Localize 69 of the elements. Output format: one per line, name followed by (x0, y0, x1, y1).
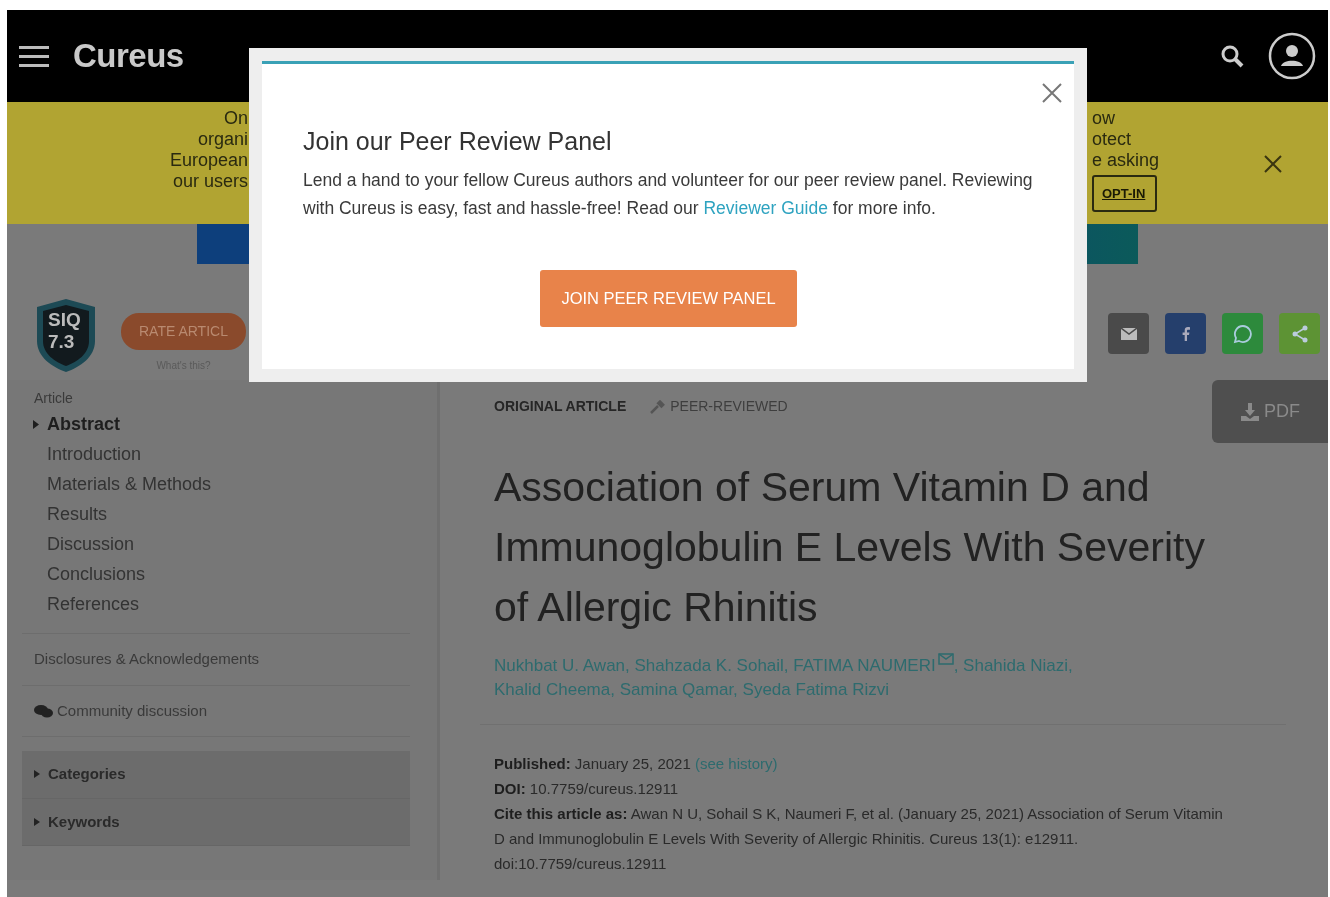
envelope-icon (1120, 327, 1137, 340)
doi-text: DOI: 10.7759/cureus.12911 (494, 779, 679, 799)
modal-text: Lend a hand to your fellow Cureus authors and volunteer for our peer review panel. Reviewing with Cureus is easy, fast and hassle-free! Read our Reviewer Guide for more info. (303, 169, 1034, 220)
sidebar-item[interactable]: Discussion (22, 529, 410, 559)
review-status: PEER-REVIEWED (670, 397, 788, 416)
author-link[interactable]: Samina Qamar (619, 680, 734, 699)
history-link[interactable]: (see history) (694, 755, 778, 772)
facebook-icon (1181, 326, 1190, 341)
collapsible-section[interactable]: Categories (22, 751, 410, 799)
separator: , (610, 680, 615, 699)
share-icon (1290, 324, 1309, 343)
published-date: Published: January 25, 2021 (see history) (494, 754, 779, 774)
section-heading: Article (33, 389, 74, 408)
caret-icon (33, 420, 39, 429)
banner-text: ow (1092, 108, 1116, 129)
modal-title: Join our Peer Review Panel (303, 126, 613, 156)
sidebar-item[interactable]: Introduction (22, 439, 410, 469)
separator: , (783, 656, 789, 675)
facebook-share-button[interactable] (1165, 313, 1206, 354)
close-icon (1042, 82, 1062, 103)
chat-bubble-icon (1232, 323, 1253, 344)
banner-text: European (169, 150, 248, 171)
collapsible-section[interactable]: Keywords (22, 798, 410, 846)
article-title: Association of Serum Vitamin D and Immunoglobulin E Levels With Severity of Allergic Rhinitis (494, 463, 1206, 632)
menu-icon[interactable] (19, 44, 49, 68)
separator: , (733, 680, 738, 699)
sidebar-item[interactable]: References (22, 589, 410, 619)
siq-label: SIQ (48, 309, 82, 331)
banner-text: On (223, 108, 248, 129)
whatsapp-share-button[interactable] (1222, 313, 1263, 354)
close-button[interactable] (1042, 80, 1062, 104)
citation-text: Cite this article as: Awan N U, Sohail S K, Naumeri F, et al. (January 25, 2021) Association of Serum Vitamin D and Immunoglobulin E Levels With Severity of Allergic Rhinitis. Cureus 13(1): e12911. doi:10.7759/cureus.12911 (494, 804, 1224, 874)
separator: , (1068, 656, 1073, 675)
author-link[interactable]: Nukhbat U. Awan (494, 656, 626, 675)
opt-in-button[interactable]: OPT-IN (1092, 175, 1158, 212)
sidebar-item[interactable]: Abstract (22, 409, 410, 439)
caret-icon (34, 770, 40, 779)
banner-text: e asking (1092, 150, 1160, 171)
banner-text: otect (1092, 129, 1133, 150)
sidebar-item[interactable]: Conclusions (22, 559, 410, 589)
caret-icon (34, 817, 40, 826)
user-avatar-icon[interactable] (1268, 32, 1316, 80)
separator: , (625, 656, 630, 675)
separator: , (953, 656, 959, 675)
logo[interactable]: Cureus (73, 31, 184, 81)
download-icon (1240, 401, 1260, 422)
sidebar-item[interactable]: Materials & Methods (22, 469, 410, 499)
banner-text: organi (196, 129, 248, 150)
chat-bubbles-icon (34, 703, 53, 718)
search-icon[interactable] (1220, 44, 1244, 68)
email-share-button[interactable] (1108, 313, 1149, 354)
article-type: ORIGINAL ARTICLE (494, 397, 627, 416)
author-link[interactable]: Khalid Cheema (494, 680, 611, 699)
author-link[interactable]: Syeda Fatima Rizvi (742, 680, 889, 699)
pdf-download-button[interactable]: PDF (1212, 380, 1328, 443)
close-icon[interactable] (1263, 154, 1283, 174)
siq-score: 7.3 (48, 331, 76, 353)
rate-article-button[interactable]: RATE ARTICL (121, 313, 246, 350)
reviewer-guide-link[interactable]: Reviewer Guide (703, 198, 828, 218)
sidebar-link[interactable]: Community discussion (57, 699, 208, 722)
author-link[interactable]: Shahida Niazi (963, 656, 1068, 675)
join-panel-button[interactable]: JOIN PEER REVIEW PANEL (540, 270, 797, 327)
sidebar-item[interactable]: Results (22, 499, 410, 529)
gavel-icon (650, 399, 667, 414)
author-link[interactable]: FATIMA NAUMERI (793, 656, 936, 675)
shield-icon (35, 297, 97, 373)
sidebar-link[interactable]: Disclosures & Acknowledgements (22, 648, 410, 671)
banner-text: our users (171, 171, 248, 192)
author-link[interactable]: Shahzada K. Sohail (634, 656, 784, 675)
